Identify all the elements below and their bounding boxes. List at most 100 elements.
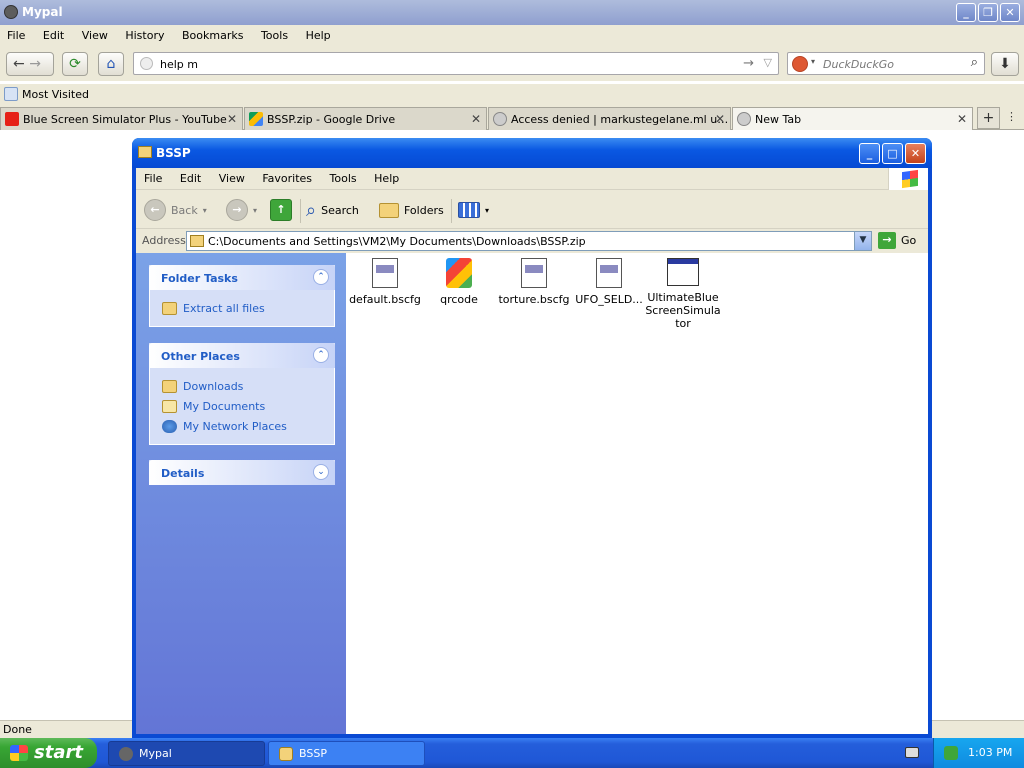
home-icon: ⌂ (106, 56, 116, 72)
collapse-chevron-icon[interactable]: ⌃ (313, 269, 329, 285)
explorer-menu-favorites[interactable]: Favorites (254, 168, 318, 185)
close-button[interactable]: ✕ (1000, 3, 1020, 22)
config-file-icon (521, 258, 547, 288)
explorer-maximize-button[interactable]: □ (882, 143, 903, 164)
views-button[interactable]: ▾ (458, 197, 489, 223)
search-engine-dropdown-icon[interactable]: ▾ (811, 57, 815, 66)
back-arrow-icon: ← (144, 199, 166, 221)
url-dropdown-icon[interactable]: ▽ (764, 56, 772, 69)
up-folder-icon: ↑ (270, 199, 292, 221)
collapse-chevron-icon[interactable]: ⌃ (313, 347, 329, 363)
back-arrow-icon[interactable]: ← (13, 56, 25, 72)
back-label: Back (171, 203, 198, 217)
clock[interactable]: 1:03 PM (968, 746, 1012, 759)
windows-flag-icon (10, 745, 28, 761)
taskbar-item-bssp[interactable]: BSSP (268, 741, 425, 766)
tab-new-tab[interactable]: New Tab ✕ (732, 107, 973, 130)
file-view: default.bscfg qrcode torture.bscfg UFO_S… (346, 253, 928, 734)
explorer-menu-help[interactable]: Help (366, 168, 405, 185)
address-input[interactable]: C:\Documents and Settings\VM2\My Documen… (186, 231, 872, 251)
details-title: Details (161, 467, 205, 480)
views-dropdown-icon[interactable]: ▾ (485, 206, 489, 215)
downloads-button[interactable]: ⬇ (991, 52, 1019, 76)
explorer-menu-tools[interactable]: Tools (322, 168, 363, 185)
minimize-button[interactable]: _ (956, 3, 976, 22)
menu-bookmarks[interactable]: Bookmarks (175, 25, 250, 42)
explorer-menu-file[interactable]: File (136, 168, 168, 185)
file-name: UltimateBlueScreenSimulator (645, 291, 721, 330)
menu-tools[interactable]: Tools (254, 25, 295, 42)
home-button[interactable]: ⌂ (98, 52, 124, 76)
bookmark-most-visited[interactable]: Most Visited (4, 87, 89, 101)
explorer-minimize-button[interactable]: _ (859, 143, 880, 164)
explorer-close-button[interactable]: ✕ (905, 143, 926, 164)
details-header[interactable]: Details ⌄ (149, 460, 335, 485)
back-button[interactable]: ← Back ▾ (144, 197, 207, 223)
go-button[interactable]: → Go (878, 232, 916, 249)
address-path[interactable]: C:\Documents and Settings\VM2\My Documen… (208, 235, 586, 248)
forward-arrow-icon[interactable]: → (29, 56, 41, 72)
windows-flag-icon (902, 169, 918, 189)
downloads-link[interactable]: Downloads (162, 376, 322, 396)
extract-all-files-link[interactable]: Extract all files (162, 298, 322, 318)
forward-button[interactable]: → ▾ (226, 197, 257, 223)
search-input[interactable]: DuckDuckGo (823, 58, 894, 71)
system-tray: 1:03 PM (933, 738, 1024, 768)
image-file-icon (446, 258, 472, 288)
duckduckgo-icon[interactable] (792, 56, 808, 72)
my-network-places-link[interactable]: My Network Places (162, 416, 322, 436)
menu-view[interactable]: View (75, 25, 115, 42)
explorer-menu-view[interactable]: View (211, 168, 251, 185)
search-button[interactable]: ⌕ Search (306, 197, 359, 223)
tab-close-icon[interactable]: ✕ (227, 112, 237, 126)
forward-dropdown-icon[interactable]: ▾ (253, 206, 257, 215)
globe-icon (737, 112, 751, 126)
explorer-title: BSSP (156, 146, 191, 160)
url-input[interactable]: help m (160, 58, 198, 71)
tab-access-denied[interactable]: Access denied | markustegelane.ml use...… (488, 107, 731, 130)
menu-file[interactable]: File (0, 25, 32, 42)
keyboard-icon[interactable] (905, 747, 919, 758)
up-folder-button[interactable]: ↑ (270, 197, 292, 223)
tab-label: Access denied | markustegelane.ml use... (511, 112, 730, 126)
other-places-header[interactable]: Other Places ⌃ (149, 343, 335, 368)
back-forward-button[interactable]: ← → (6, 52, 54, 76)
tray-app-icon[interactable] (944, 746, 958, 760)
menu-help[interactable]: Help (299, 25, 338, 42)
tab-close-icon[interactable]: ✕ (715, 112, 725, 126)
desktop: Mypal _ ❐ ✕ File Edit View History Bookm… (0, 0, 1024, 768)
new-tab-button[interactable]: + (977, 107, 1000, 129)
browser-titlebar[interactable]: Mypal _ ❐ ✕ (0, 0, 1024, 25)
config-file-icon (596, 258, 622, 288)
other-places-body: Downloads My Documents My Network Places (149, 368, 335, 445)
file-item[interactable]: torture.bscfg (495, 258, 573, 306)
folder-tasks-header[interactable]: Folder Tasks ⌃ (149, 265, 335, 290)
address-dropdown-icon[interactable]: ▼ (854, 232, 871, 250)
tab-close-icon[interactable]: ✕ (957, 112, 967, 126)
menu-history[interactable]: History (118, 25, 171, 42)
menu-edit[interactable]: Edit (36, 25, 71, 42)
start-button[interactable]: start (0, 738, 97, 768)
file-item[interactable]: UFO_SELD... (570, 258, 648, 306)
search-bar[interactable]: ▾ DuckDuckGo ⌕ (787, 52, 985, 75)
go-arrow-icon[interactable]: → (743, 56, 754, 71)
file-item[interactable]: qrcode (420, 258, 498, 306)
taskbar-item-mypal[interactable]: Mypal (108, 741, 265, 766)
tab-youtube[interactable]: Blue Screen Simulator Plus - YouTube ✕ (0, 107, 243, 130)
expand-chevron-icon[interactable]: ⌄ (313, 464, 329, 480)
file-name: torture.bscfg (498, 293, 570, 306)
reload-button[interactable]: ⟳ (62, 52, 88, 76)
search-icon[interactable]: ⌕ (971, 55, 978, 70)
explorer-titlebar[interactable]: BSSP _ □ ✕ (132, 138, 932, 168)
file-item[interactable]: default.bscfg (346, 258, 424, 306)
tab-close-icon[interactable]: ✕ (471, 112, 481, 126)
restore-button[interactable]: ❐ (978, 3, 998, 22)
tab-list-icon[interactable]: ⋮ (1006, 110, 1017, 123)
back-dropdown-icon[interactable]: ▾ (203, 206, 207, 215)
explorer-menu-edit[interactable]: Edit (172, 168, 207, 185)
folders-button[interactable]: Folders (379, 197, 444, 223)
my-documents-link[interactable]: My Documents (162, 396, 322, 416)
tab-google-drive[interactable]: BSSP.zip - Google Drive ✕ (244, 107, 487, 130)
url-bar[interactable]: help m → ▽ (133, 52, 779, 75)
file-item[interactable]: UltimateBlueScreenSimulator (644, 258, 722, 330)
